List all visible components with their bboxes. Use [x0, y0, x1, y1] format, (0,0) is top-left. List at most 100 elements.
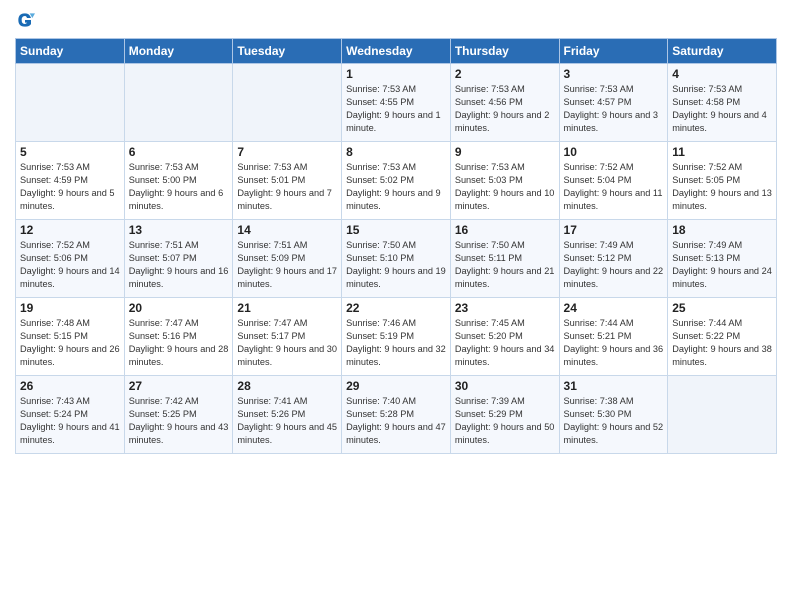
day-number: 15	[346, 223, 446, 237]
day-number: 2	[455, 67, 555, 81]
day-info: Sunrise: 7:38 AM Sunset: 5:30 PM Dayligh…	[564, 395, 664, 447]
day-number: 19	[20, 301, 120, 315]
day-number: 18	[672, 223, 772, 237]
day-number: 30	[455, 379, 555, 393]
day-info: Sunrise: 7:53 AM Sunset: 5:00 PM Dayligh…	[129, 161, 229, 213]
day-cell: 24Sunrise: 7:44 AM Sunset: 5:21 PM Dayli…	[559, 298, 668, 376]
logo	[15, 10, 39, 30]
day-number: 27	[129, 379, 229, 393]
day-cell: 6 Sunrise: 7:53 AM Sunset: 5:00 PM Daylig…	[124, 142, 233, 220]
day-number: 12	[20, 223, 120, 237]
day-info: Sunrise: 7:53 AM Sunset: 5:01 PM Dayligh…	[237, 161, 337, 213]
day-cell: 27Sunrise: 7:42 AM Sunset: 5:25 PM Dayli…	[124, 376, 233, 454]
day-number: 10	[564, 145, 664, 159]
day-number: 26	[20, 379, 120, 393]
day-number: 16	[455, 223, 555, 237]
logo-icon	[15, 10, 35, 30]
day-number: 4	[672, 67, 772, 81]
col-header-thursday: Thursday	[450, 39, 559, 64]
week-row-5: 26 Sunrise: 7:43 AM Sunset: 5:24 PM Dayli…	[16, 376, 777, 454]
day-number: 23	[455, 301, 555, 315]
day-info: Sunrise: 7:48 AM Sunset: 5:15 PM Dayligh…	[20, 317, 120, 369]
col-header-wednesday: Wednesday	[342, 39, 451, 64]
day-number: 7	[237, 145, 337, 159]
day-number: 13	[129, 223, 229, 237]
calendar-table: SundayMondayTuesdayWednesdayThursdayFrid…	[15, 38, 777, 454]
day-info: Sunrise: 7:50 AM Sunset: 5:10 PM Dayligh…	[346, 239, 446, 291]
day-cell	[233, 64, 342, 142]
day-cell: 10 Sunrise: 7:52 AM Sunset: 5:04 PM Dayli…	[559, 142, 668, 220]
page-container: SundayMondayTuesdayWednesdayThursdayFrid…	[0, 0, 792, 464]
day-info: Sunrise: 7:47 AM Sunset: 5:16 PM Dayligh…	[129, 317, 229, 369]
day-cell: 25Sunrise: 7:44 AM Sunset: 5:22 PM Dayli…	[668, 298, 777, 376]
day-info: Sunrise: 7:51 AM Sunset: 5:07 PM Dayligh…	[129, 239, 229, 291]
day-cell: 21Sunrise: 7:47 AM Sunset: 5:17 PM Dayli…	[233, 298, 342, 376]
day-cell: 29Sunrise: 7:40 AM Sunset: 5:28 PM Dayli…	[342, 376, 451, 454]
day-number: 22	[346, 301, 446, 315]
day-cell: 19 Sunrise: 7:48 AM Sunset: 5:15 PM Dayli…	[16, 298, 125, 376]
col-header-sunday: Sunday	[16, 39, 125, 64]
day-cell: 11Sunrise: 7:52 AM Sunset: 5:05 PM Dayli…	[668, 142, 777, 220]
page-header	[15, 10, 777, 30]
day-info: Sunrise: 7:39 AM Sunset: 5:29 PM Dayligh…	[455, 395, 555, 447]
day-number: 31	[564, 379, 664, 393]
day-cell: 1Sunrise: 7:53 AM Sunset: 4:55 PM Daylig…	[342, 64, 451, 142]
day-cell	[16, 64, 125, 142]
header-row: SundayMondayTuesdayWednesdayThursdayFrid…	[16, 39, 777, 64]
col-header-tuesday: Tuesday	[233, 39, 342, 64]
day-cell: 7 Sunrise: 7:53 AM Sunset: 5:01 PM Daylig…	[233, 142, 342, 220]
day-number: 1	[346, 67, 446, 81]
col-header-friday: Friday	[559, 39, 668, 64]
day-info: Sunrise: 7:49 AM Sunset: 5:13 PM Dayligh…	[672, 239, 772, 291]
day-cell: 14 Sunrise: 7:51 AM Sunset: 5:09 PM Dayli…	[233, 220, 342, 298]
week-row-2: 5Sunrise: 7:53 AM Sunset: 4:59 PM Daylig…	[16, 142, 777, 220]
day-info: Sunrise: 7:46 AM Sunset: 5:19 PM Dayligh…	[346, 317, 446, 369]
day-info: Sunrise: 7:53 AM Sunset: 5:02 PM Dayligh…	[346, 161, 446, 213]
day-cell: 28 Sunrise: 7:41 AM Sunset: 5:26 PM Dayli…	[233, 376, 342, 454]
day-info: Sunrise: 7:43 AM Sunset: 5:24 PM Dayligh…	[20, 395, 120, 447]
col-header-monday: Monday	[124, 39, 233, 64]
day-info: Sunrise: 7:53 AM Sunset: 5:03 PM Dayligh…	[455, 161, 555, 213]
day-info: Sunrise: 7:41 AM Sunset: 5:26 PM Dayligh…	[237, 395, 337, 447]
day-cell: 20 Sunrise: 7:47 AM Sunset: 5:16 PM Dayli…	[124, 298, 233, 376]
day-cell: 13 Sunrise: 7:51 AM Sunset: 5:07 PM Dayli…	[124, 220, 233, 298]
day-cell: 4 Sunrise: 7:53 AM Sunset: 4:58 PM Daylig…	[668, 64, 777, 142]
day-info: Sunrise: 7:44 AM Sunset: 5:22 PM Dayligh…	[672, 317, 772, 369]
day-cell: 3Sunrise: 7:53 AM Sunset: 4:57 PM Daylig…	[559, 64, 668, 142]
day-cell: 22 Sunrise: 7:46 AM Sunset: 5:19 PM Dayli…	[342, 298, 451, 376]
day-cell: 15 Sunrise: 7:50 AM Sunset: 5:10 PM Dayli…	[342, 220, 451, 298]
day-cell: 8 Sunrise: 7:53 AM Sunset: 5:02 PM Daylig…	[342, 142, 451, 220]
day-number: 11	[672, 145, 772, 159]
day-number: 6	[129, 145, 229, 159]
week-row-3: 12 Sunrise: 7:52 AM Sunset: 5:06 PM Dayli…	[16, 220, 777, 298]
day-cell: 23 Sunrise: 7:45 AM Sunset: 5:20 PM Dayli…	[450, 298, 559, 376]
day-cell: 31 Sunrise: 7:38 AM Sunset: 5:30 PM Dayli…	[559, 376, 668, 454]
day-number: 17	[564, 223, 664, 237]
day-cell: 2 Sunrise: 7:53 AM Sunset: 4:56 PM Daylig…	[450, 64, 559, 142]
day-number: 28	[237, 379, 337, 393]
day-number: 8	[346, 145, 446, 159]
day-cell: 12 Sunrise: 7:52 AM Sunset: 5:06 PM Dayli…	[16, 220, 125, 298]
day-cell: 17Sunrise: 7:49 AM Sunset: 5:12 PM Dayli…	[559, 220, 668, 298]
day-number: 20	[129, 301, 229, 315]
day-cell: 30 Sunrise: 7:39 AM Sunset: 5:29 PM Dayli…	[450, 376, 559, 454]
week-row-1: 1Sunrise: 7:53 AM Sunset: 4:55 PM Daylig…	[16, 64, 777, 142]
day-number: 5	[20, 145, 120, 159]
col-header-saturday: Saturday	[668, 39, 777, 64]
day-number: 9	[455, 145, 555, 159]
day-info: Sunrise: 7:53 AM Sunset: 4:58 PM Dayligh…	[672, 83, 772, 135]
day-number: 14	[237, 223, 337, 237]
day-cell: 18 Sunrise: 7:49 AM Sunset: 5:13 PM Dayli…	[668, 220, 777, 298]
day-info: Sunrise: 7:53 AM Sunset: 4:56 PM Dayligh…	[455, 83, 555, 135]
day-cell	[124, 64, 233, 142]
day-cell: 26 Sunrise: 7:43 AM Sunset: 5:24 PM Dayli…	[16, 376, 125, 454]
day-info: Sunrise: 7:52 AM Sunset: 5:06 PM Dayligh…	[20, 239, 120, 291]
day-cell	[668, 376, 777, 454]
day-cell: 5Sunrise: 7:53 AM Sunset: 4:59 PM Daylig…	[16, 142, 125, 220]
day-info: Sunrise: 7:52 AM Sunset: 5:04 PM Dayligh…	[564, 161, 664, 213]
day-info: Sunrise: 7:40 AM Sunset: 5:28 PM Dayligh…	[346, 395, 446, 447]
day-cell: 16Sunrise: 7:50 AM Sunset: 5:11 PM Dayli…	[450, 220, 559, 298]
day-info: Sunrise: 7:51 AM Sunset: 5:09 PM Dayligh…	[237, 239, 337, 291]
day-info: Sunrise: 7:45 AM Sunset: 5:20 PM Dayligh…	[455, 317, 555, 369]
day-info: Sunrise: 7:44 AM Sunset: 5:21 PM Dayligh…	[564, 317, 664, 369]
